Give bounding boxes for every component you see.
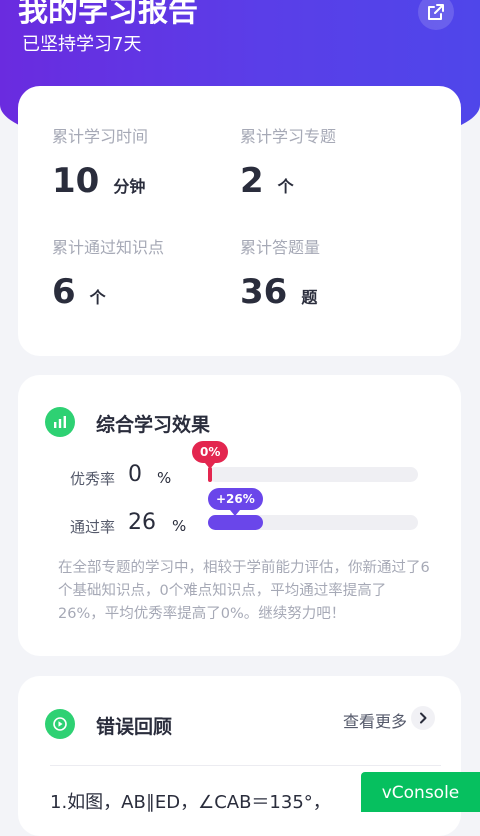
stat-label: 累计答题量 <box>240 238 321 257</box>
rate-bubble-arrow <box>230 510 241 516</box>
rate-bubble-arrow <box>205 463 216 469</box>
stat-label: 累计学习时间 <box>52 127 149 146</box>
rate-label: 通过率 <box>70 518 116 536</box>
rate-bubble: +26% <box>208 488 263 516</box>
stat-label: 累计学习专题 <box>240 127 337 146</box>
review-question-item[interactable]: 1.如图，AB∥ED，∠CAB＝135°， <box>50 788 331 814</box>
stat-unit: 个 <box>89 288 106 307</box>
page-subtitle: 已坚持学习7天 <box>22 34 142 55</box>
chevron-right-icon <box>420 712 427 724</box>
stat-unit: 个 <box>277 177 294 196</box>
excellence-rate-fill <box>208 467 212 482</box>
rate-unit: % <box>172 517 187 535</box>
vconsole-button[interactable]: vConsole <box>361 772 480 812</box>
view-more-button[interactable] <box>411 706 435 730</box>
section-title: 错误回顾 <box>96 716 173 738</box>
stat-topics: 累计学习专题 2 个 <box>240 123 336 201</box>
stat-value: 2 <box>240 161 264 201</box>
rate-bubble: 0% <box>192 441 229 469</box>
rate-value: 26 <box>128 510 156 535</box>
stat-label: 累计通过知识点 <box>52 238 165 257</box>
stat-value: 10 <box>52 161 100 201</box>
effect-summary: 在全部专题的学习中，相较于学前能力评估，你新通过了6个基础知识点，0个难点知识点… <box>58 560 430 622</box>
share-external-icon <box>428 4 444 20</box>
excellence-rate-bar: 0% <box>192 441 418 482</box>
page-title: 我的学习报告 <box>18 0 198 29</box>
rate-value: 0 <box>128 462 142 487</box>
stat-questions: 累计答题量 36 题 <box>240 234 320 312</box>
stat-knowledge-points: 累计通过知识点 6 个 <box>52 234 164 312</box>
rate-label: 优秀率 <box>70 470 116 488</box>
play-icon <box>45 709 75 739</box>
stats-card: 累计学习时间 10 分钟 累计学习专题 2 个 累计通过知识点 6 个 累计答题… <box>18 86 461 356</box>
stat-value: 6 <box>52 272 76 312</box>
rate-unit: % <box>157 469 172 487</box>
pass-rate-fill <box>208 515 263 530</box>
stat-unit: 分钟 <box>113 177 146 196</box>
pass-rate-bar: +26% <box>208 488 418 530</box>
stat-value: 36 <box>240 272 288 312</box>
divider <box>50 765 441 766</box>
view-more-link[interactable]: 查看更多 <box>343 708 407 732</box>
section-title: 综合学习效果 <box>96 414 211 436</box>
stat-study-time: 累计学习时间 10 分钟 <box>52 123 148 201</box>
learning-effect-card: 综合学习效果 优秀率 0 % 0% 通过率 26 % +26% 在全部专题的学习… <box>18 375 461 656</box>
stat-unit: 题 <box>301 288 318 307</box>
bar-chart-icon <box>45 407 75 437</box>
